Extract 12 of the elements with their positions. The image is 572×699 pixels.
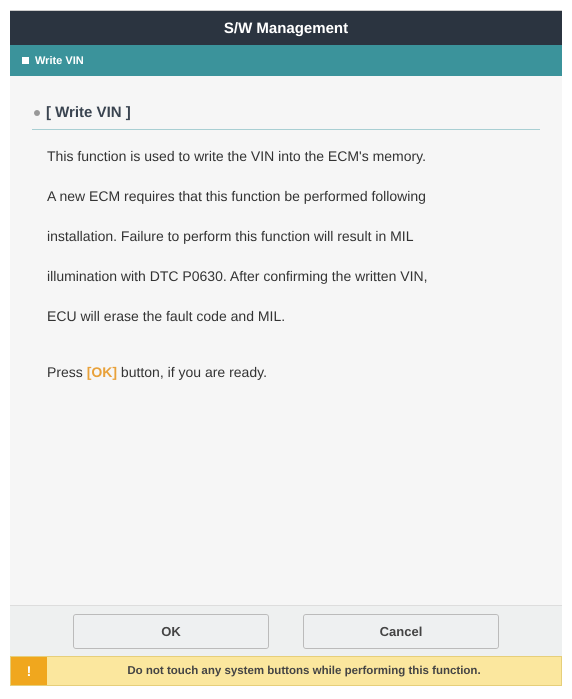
ok-button[interactable]: OK: [73, 614, 269, 648]
section-heading: [ Write VIN ]: [46, 104, 131, 121]
square-icon: [22, 57, 29, 64]
instruction-text: Press [OK] button, if you are ready.: [46, 363, 268, 382]
warning-icon: !: [11, 657, 47, 685]
bullet-icon: [34, 110, 40, 116]
cancel-button[interactable]: Cancel: [303, 614, 499, 648]
window-title: S/W Management: [10, 11, 562, 45]
paragraph: A new ECM requires that this function be performed following installation. Failure to perform this function will result in MIL illumination with DTC P0630. After confirming the written VIN, ECU will erase the fault code and MIL.: [46, 187, 428, 326]
warning-text: Do not touch any system buttons while performing this function.: [126, 665, 482, 677]
paragraph: This function is used to write the VIN into the ECM's memory.: [46, 147, 427, 166]
section-label: Write VIN: [35, 54, 84, 66]
